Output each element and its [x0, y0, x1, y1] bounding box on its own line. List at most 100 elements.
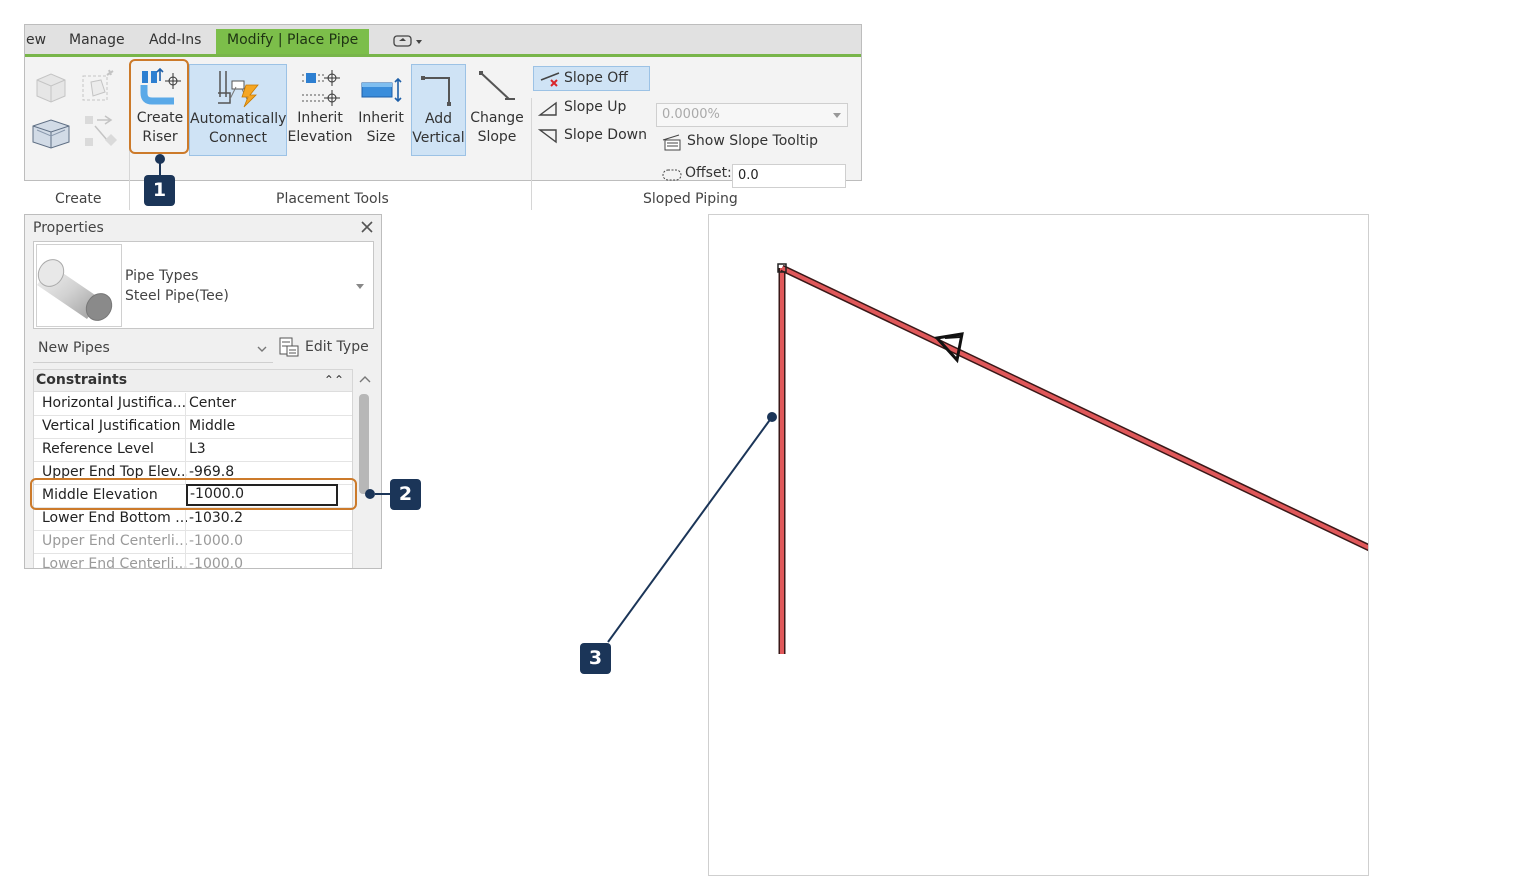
- property-row[interactable]: Reference Level L3: [34, 439, 352, 462]
- properties-scrollbar[interactable]: [355, 369, 375, 568]
- automatically-connect-label-line1: Automatically: [190, 111, 287, 127]
- callout-dot: [365, 489, 375, 499]
- offset-label: Offset:: [685, 165, 732, 181]
- quick-access-dropdown-icon[interactable]: [393, 34, 423, 48]
- close-icon[interactable]: [360, 220, 374, 234]
- slope-up-button[interactable]: Slope Up: [533, 97, 650, 121]
- inherit-size-label-line1: Inherit: [358, 110, 404, 126]
- tab-manage[interactable]: Manage: [69, 32, 125, 48]
- callout-badge-1: 1: [144, 175, 175, 206]
- show-slope-tooltip-label: Show Slope Tooltip: [687, 133, 818, 149]
- callout-leader-line: [159, 160, 161, 176]
- panel-separator: [531, 98, 532, 210]
- scrollbar-thumb[interactable]: [359, 394, 369, 494]
- chevron-down-icon: [833, 113, 841, 118]
- property-name: Upper End Centerli...: [42, 533, 187, 549]
- ribbon-tab-bar: ew Manage Add-Ins Modify | Place Pipe: [25, 25, 861, 57]
- show-slope-tooltip-toggle[interactable]: Show Slope Tooltip: [659, 133, 818, 157]
- column-divider: [185, 416, 186, 439]
- property-row-readonly: Lower End Centerli... -1000.0: [34, 554, 352, 569]
- change-slope-label-line2: Slope: [477, 129, 517, 145]
- drawing-view[interactable]: [708, 214, 1369, 876]
- layers-icon: [32, 119, 70, 149]
- property-row[interactable]: Vertical Justification Middle: [34, 416, 352, 439]
- pipe-type-thumbnail: [36, 244, 122, 327]
- automatically-connect-label-line2: Connect: [209, 130, 267, 146]
- slope-off-icon: [540, 72, 560, 87]
- tab-modify-place-pipe[interactable]: Modify | Place Pipe: [216, 29, 370, 54]
- property-value[interactable]: -1030.2: [189, 510, 243, 526]
- slope-value-text: 0.0000%: [662, 107, 720, 122]
- offset-input[interactable]: 0.0: [732, 164, 846, 188]
- type-family: Pipe Types: [125, 268, 199, 284]
- slope-down-icon: [538, 129, 557, 144]
- property-value[interactable]: Center: [189, 395, 236, 411]
- column-divider: [185, 393, 186, 416]
- inherit-size-button[interactable]: Inherit Size: [353, 64, 409, 156]
- offset-value: 0.0: [738, 168, 759, 183]
- tab-view[interactable]: ew: [26, 32, 46, 48]
- scroll-up-icon[interactable]: [359, 375, 371, 383]
- panel-label-create: Create: [55, 191, 102, 207]
- slope-off-button[interactable]: Slope Off: [533, 66, 650, 91]
- property-name: Reference Level: [42, 441, 154, 457]
- slope-value-dropdown[interactable]: 0.0000%: [656, 103, 848, 127]
- property-row[interactable]: Horizontal Justifica... Center: [34, 393, 352, 416]
- callout-highlight-middle-elevation: [30, 478, 357, 510]
- add-vertical-button[interactable]: Add Vertical: [411, 64, 466, 156]
- property-value[interactable]: L3: [189, 441, 206, 457]
- chevron-down-icon: [356, 284, 364, 289]
- collapse-icon: ⌃⌃: [323, 373, 344, 387]
- slope-down-label: Slope Down: [564, 127, 647, 143]
- type-selector[interactable]: Pipe Types Steel Pipe(Tee): [33, 241, 374, 329]
- add-vertical-label-line2: Vertical: [412, 130, 465, 146]
- add-vertical-label-line1: Add: [424, 111, 453, 127]
- box-greyed-icon: [36, 73, 66, 103]
- inherit-elevation-icon: [302, 70, 340, 106]
- inherit-size-icon: [361, 77, 402, 103]
- offset-icon: [662, 169, 682, 181]
- group-header-constraints[interactable]: Constraints ⌃⌃: [34, 370, 352, 392]
- callout-badge-3: 3: [580, 643, 611, 674]
- property-name: Horizontal Justifica...: [42, 395, 187, 411]
- instance-filter-dropdown[interactable]: New Pipes: [33, 335, 273, 363]
- properties-title: Properties: [33, 220, 104, 236]
- properties-grid: Constraints ⌃⌃ Horizontal Justifica... Ce…: [33, 369, 353, 569]
- callout-highlight-create-riser: [129, 59, 189, 154]
- automatically-connect-icon: [218, 71, 259, 108]
- property-name: Lower End Bottom ...: [42, 510, 187, 526]
- panel-label-sloped-piping: Sloped Piping: [643, 191, 738, 207]
- property-value[interactable]: Middle: [189, 418, 235, 434]
- property-value: -1000.0: [189, 533, 244, 549]
- property-row-readonly: Upper End Centerli... -1000.0: [34, 531, 352, 554]
- chevron-down-icon: [257, 346, 267, 352]
- slope-up-icon: [538, 101, 557, 116]
- slope-down-button[interactable]: Slope Down: [533, 125, 650, 149]
- tooltip-icon: [662, 134, 681, 151]
- column-divider: [185, 554, 186, 568]
- change-slope-button[interactable]: Change Slope: [467, 64, 527, 156]
- change-slope-icon: [479, 71, 515, 100]
- offset-label-group: Offset:: [659, 164, 732, 188]
- property-value: -1000.0: [189, 556, 244, 569]
- automatically-connect-button[interactable]: Automatically Connect: [189, 64, 287, 156]
- column-divider: [185, 508, 186, 531]
- edit-type-icon: [279, 337, 299, 357]
- type-text: Pipe Types Steel Pipe(Tee): [125, 266, 229, 306]
- slope-up-label: Slope Up: [564, 99, 627, 115]
- column-divider: [185, 439, 186, 462]
- inherit-elevation-label-line2: Elevation: [287, 129, 353, 145]
- align-greyed-icon: [85, 115, 117, 146]
- callout-leader-line: [375, 493, 391, 495]
- tab-add-ins[interactable]: Add-Ins: [149, 32, 201, 48]
- properties-palette: Properties Pipe Types Steel Pipe(Tee) Ne…: [24, 214, 382, 569]
- inherit-elevation-button[interactable]: Inherit Elevation: [287, 64, 353, 156]
- property-name: Lower End Centerli...: [42, 556, 187, 569]
- property-row[interactable]: Lower End Bottom ... -1030.2: [34, 508, 352, 531]
- slope-off-label: Slope Off: [564, 70, 628, 86]
- panel-label-placement-tools: Placement Tools: [276, 191, 389, 207]
- selection-greyed-icon: [82, 69, 114, 101]
- add-vertical-icon: [421, 76, 451, 106]
- callout-badge-2: 2: [390, 479, 421, 510]
- edit-type-button[interactable]: Edit Type: [278, 336, 369, 358]
